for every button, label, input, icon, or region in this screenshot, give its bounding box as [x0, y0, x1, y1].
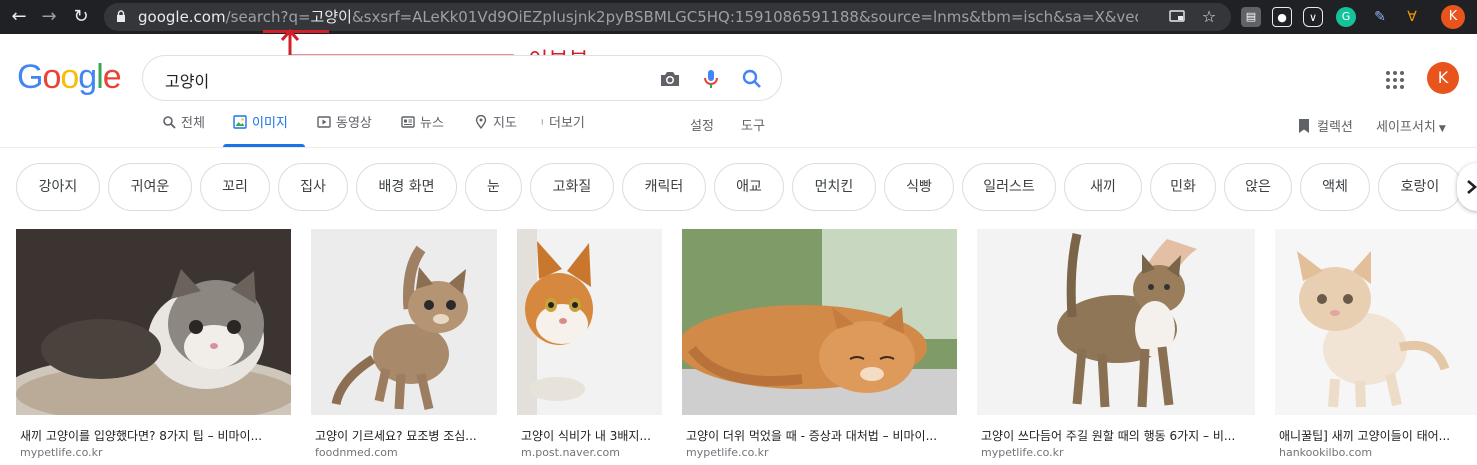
- apps-grid-icon[interactable]: [1385, 70, 1405, 90]
- result-caption[interactable]: 고양이 더위 먹었을 때 - 증상과 대처법 – 비마이...: [686, 427, 958, 444]
- url-query: 고양이: [310, 8, 352, 26]
- grammarly-icon[interactable]: G: [1336, 7, 1356, 27]
- result-caption[interactable]: 애니꿀팁] 새끼 고양이들이 태어...: [1279, 427, 1477, 444]
- chip[interactable]: 일러스트: [962, 163, 1056, 211]
- tab-label: 이미지: [252, 116, 288, 131]
- collections-label: 컬렉션: [1317, 120, 1353, 135]
- tab-videos[interactable]: 동영상: [317, 115, 372, 145]
- map-pin-icon: [475, 115, 487, 129]
- account-avatar[interactable]: K: [1427, 62, 1459, 94]
- dropdown-arrow-icon: ▼: [1438, 124, 1446, 134]
- result-source: hankookilbo.com: [1279, 446, 1373, 459]
- bookmark-icon: [1299, 119, 1309, 133]
- tab-images[interactable]: 이미지: [233, 115, 288, 145]
- settings-link[interactable]: 설정: [690, 115, 714, 134]
- result-source: mypetlife.co.kr: [20, 446, 103, 459]
- extension-icon[interactable]: ▤: [1241, 7, 1261, 27]
- tab-all[interactable]: 전체: [162, 115, 205, 145]
- collections-link[interactable]: 컬렉션: [1297, 116, 1353, 135]
- result-image[interactable]: [682, 229, 957, 415]
- chip[interactable]: 눈: [465, 163, 522, 211]
- google-logo[interactable]: Google: [17, 58, 122, 97]
- chip[interactable]: 강아지: [16, 163, 100, 211]
- chip[interactable]: 고화질: [530, 163, 614, 211]
- reload-icon[interactable]: ↻: [70, 6, 92, 28]
- browser-toolbar: ← → ↻ google.com/search?q=고양이&sxsrf=ALeK…: [0, 0, 1477, 34]
- chip[interactable]: 캐릭터: [622, 163, 706, 211]
- safesearch-dropdown[interactable]: 세이프서치 ▼: [1376, 116, 1446, 135]
- browser-profile-avatar[interactable]: K: [1441, 5, 1465, 29]
- image-icon: [233, 115, 247, 129]
- result-image[interactable]: [517, 229, 662, 415]
- result-caption[interactable]: 새끼 고양이를 입양했다면? 8가지 팁 – 비마이...: [20, 427, 288, 444]
- video-icon: [317, 116, 331, 128]
- forward-arrow-icon[interactable]: →: [38, 6, 60, 28]
- chips-next-button[interactable]: [1457, 163, 1477, 211]
- tab-label: 뉴스: [420, 116, 444, 131]
- search-icon[interactable]: [740, 67, 764, 91]
- cast-icon[interactable]: [1167, 7, 1187, 27]
- search-icon: [163, 116, 176, 129]
- result-source: foodnmed.com: [315, 446, 398, 459]
- result-source: mypetlife.co.kr: [981, 446, 1064, 459]
- result-image[interactable]: [1275, 229, 1477, 415]
- result-caption[interactable]: 고양이 쓰다듬어 주길 원할 때의 행동 6가지 – 비...: [981, 427, 1253, 444]
- address-bar[interactable]: google.com/search?q=고양이&sxsrf=ALeKk01Vd9…: [104, 3, 1231, 31]
- chip[interactable]: 집사: [278, 163, 348, 211]
- safesearch-label: 세이프서치: [1376, 120, 1436, 135]
- chip[interactable]: 배경 화면: [356, 163, 457, 211]
- chip[interactable]: 민화: [1150, 163, 1216, 211]
- result-source: m.post.naver.com: [521, 446, 620, 459]
- pocket-icon[interactable]: ∨: [1303, 7, 1323, 27]
- more-vert-icon: [541, 119, 543, 125]
- result-source: mypetlife.co.kr: [686, 446, 769, 459]
- microphone-icon[interactable]: [699, 67, 723, 91]
- star-icon[interactable]: ☆: [1199, 7, 1219, 27]
- chevron-right-icon: [1467, 180, 1477, 194]
- chip[interactable]: 호랑이: [1378, 163, 1462, 211]
- tools-link[interactable]: 도구: [741, 115, 765, 134]
- chip[interactable]: 액체: [1300, 163, 1370, 211]
- url-path: /search?q=: [225, 8, 311, 26]
- camera-icon[interactable]: [658, 67, 682, 91]
- tab-label: 지도: [493, 116, 517, 131]
- tab-maps[interactable]: 지도: [474, 115, 517, 145]
- chip[interactable]: 앉은: [1224, 163, 1292, 211]
- extension-t-icon[interactable]: ∀: [1402, 7, 1422, 27]
- url-text: google.com/search?q=고양이&sxsrf=ALeKk01Vd9…: [138, 8, 1138, 26]
- chip[interactable]: 먼치킨: [792, 163, 876, 211]
- result-caption[interactable]: 고양이 식비가 내 3배지...: [521, 427, 661, 444]
- tab-label: 더보기: [549, 116, 585, 131]
- url-host: google.com: [138, 8, 226, 26]
- result-caption[interactable]: 고양이 기르세요? 묘조병 조심...: [315, 427, 497, 444]
- chip[interactable]: 꼬리: [200, 163, 270, 211]
- extension-bear-icon[interactable]: ●: [1272, 7, 1292, 27]
- result-image[interactable]: [311, 229, 497, 415]
- chip[interactable]: 애교: [714, 163, 784, 211]
- lock-icon: [117, 10, 125, 22]
- result-image[interactable]: [977, 229, 1255, 415]
- search-input[interactable]: 고양이: [165, 68, 209, 92]
- back-arrow-icon[interactable]: ←: [8, 6, 30, 28]
- chip[interactable]: 귀여운: [108, 163, 192, 211]
- chip[interactable]: 식빵: [884, 163, 954, 211]
- chip[interactable]: 새끼: [1064, 163, 1142, 211]
- tab-more[interactable]: 더보기: [541, 115, 585, 145]
- search-box[interactable]: 고양이: [142, 55, 782, 101]
- pen-icon[interactable]: ✎: [1370, 7, 1390, 27]
- tab-news[interactable]: 뉴스: [401, 115, 444, 145]
- result-image[interactable]: [16, 229, 291, 415]
- header-divider: [0, 147, 1477, 148]
- tab-label: 동영상: [336, 116, 372, 131]
- tab-label: 전체: [181, 116, 205, 131]
- news-icon: [401, 116, 415, 128]
- url-params: &sxsrf=ALeKk01Vd9OiEZpIusjnk2pyBSBMLGC5H…: [351, 8, 1138, 26]
